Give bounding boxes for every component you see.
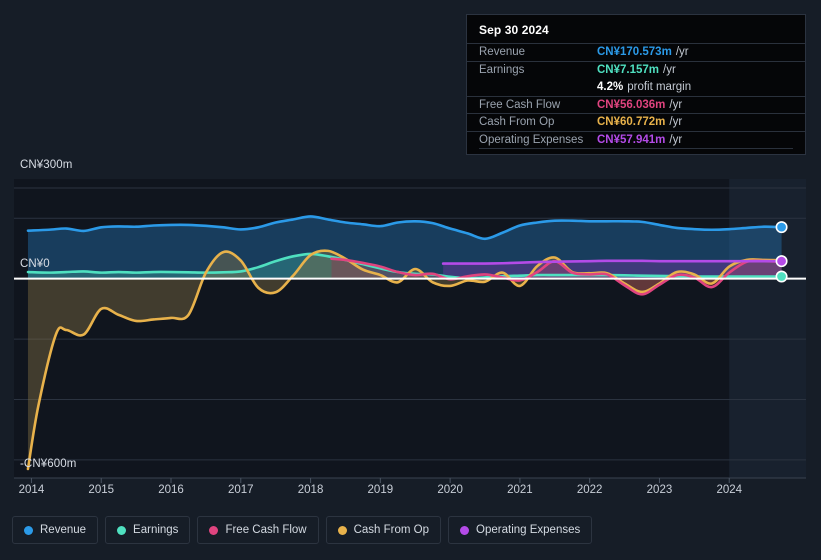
x-axis-tick-label: 2016 (158, 484, 184, 496)
tooltip-row: Free Cash Flow CN¥56.036m/yr (467, 95, 805, 114)
tooltip-date: Sep 30 2024 (479, 23, 549, 37)
tooltip-row-value: CN¥60.772m (597, 116, 666, 129)
legend-item-free-cash-flow[interactable]: Free Cash Flow (197, 516, 319, 544)
legend-item-cash-from-op[interactable]: Cash From Op (325, 516, 442, 544)
x-axis-tick-label: 2015 (88, 484, 115, 496)
tooltip-row-suffix: /yr (669, 133, 683, 146)
x-axis-tick-label: 2017 (227, 484, 254, 496)
legend-item-label: Earnings (133, 524, 179, 536)
endpoint-marker-earnings[interactable] (775, 270, 788, 283)
tooltip-row-label: Free Cash Flow (479, 98, 561, 111)
tooltip-row-label: Revenue (479, 46, 526, 59)
tooltip-rows: Revenue CN¥170.573m/yr Earnings CN¥7.157m/y… (467, 43, 805, 148)
tooltip-bottom-rule (479, 148, 793, 149)
x-axis-tick-label: 2023 (646, 484, 673, 496)
legend-item-label: Cash From Op (353, 524, 430, 536)
tooltip-row-value: CN¥170.573m (597, 46, 672, 59)
forecast-band (729, 179, 806, 478)
y-axis-label-zero: CN¥0 (20, 258, 50, 270)
tooltip-row-value: 4.2% (597, 80, 624, 93)
x-axis-tick-label: 2018 (297, 484, 324, 496)
legend-item-operating-expenses[interactable]: Operating Expenses (448, 516, 593, 544)
tooltip-row-label: Operating Expenses (479, 133, 584, 146)
chart-tooltip: Sep 30 2024 Revenue CN¥170.573m/yr Earning… (466, 14, 806, 155)
endpoint-marker-operating-expenses[interactable] (775, 255, 788, 268)
tooltip-row-value: CN¥57.941m (597, 133, 666, 146)
x-axis-tick-label: 2019 (367, 484, 394, 496)
legend-item-revenue[interactable]: Revenue (12, 516, 99, 544)
tooltip-row-value: CN¥56.036m (597, 98, 666, 111)
y-axis-label-min: -CN¥600m (20, 458, 77, 470)
x-axis-tick-label: 2021 (507, 484, 533, 496)
y-axis-label-max: CN¥300m (20, 159, 73, 171)
legend-item-earnings[interactable]: Earnings (105, 516, 191, 544)
endpoint-marker-revenue[interactable] (775, 221, 788, 234)
legend-color-dot (209, 525, 219, 535)
legend-item-label: Revenue (40, 524, 87, 536)
tooltip-row-value: CN¥7.157m (597, 63, 660, 76)
tooltip-row: 4.2% profit margin (467, 78, 805, 96)
tooltip-row-suffix: /yr (669, 116, 683, 129)
chart-page: CN¥300m CN¥0 -CN¥600m 2014 2015 2016 2017 20… (0, 0, 821, 560)
legend-item-label: Operating Expenses (476, 524, 581, 536)
legend-color-dot (460, 525, 470, 535)
tooltip-row: Revenue CN¥170.573m/yr (467, 43, 805, 61)
x-axis-tick-label: 2022 (576, 484, 603, 496)
x-axis-tick-label: 2020 (437, 484, 463, 496)
legend-item-label: Free Cash Flow (225, 524, 307, 536)
tooltip-row-suffix: /yr (675, 46, 689, 59)
tooltip-row: Cash From Op CN¥60.772m/yr (467, 113, 805, 131)
tooltip-row-suffix: /yr (663, 63, 676, 76)
legend-color-dot (24, 525, 33, 535)
tooltip-row-label: Earnings (479, 63, 525, 76)
chart-legend: Revenue Earnings Free Cash Flow Cash From O… (12, 516, 593, 544)
tooltip-row: Earnings CN¥7.157m/yr (467, 60, 805, 79)
legend-color-dot (117, 525, 127, 535)
x-axis-tick-label: 2024 (716, 484, 743, 496)
legend-color-dot (337, 525, 347, 535)
tooltip-row-label: Cash From Op (479, 116, 555, 129)
tooltip-row: Operating Expenses CN¥57.941m/yr (467, 130, 805, 149)
tooltip-row-suffix: /yr (669, 98, 683, 111)
x-axis-labels: 2014 2015 2016 2017 2018 2019 2020 2021 2022 2023… (0, 484, 821, 502)
tooltip-row-suffix: profit margin (627, 80, 692, 93)
x-axis-tick-label: 2014 (18, 484, 45, 496)
